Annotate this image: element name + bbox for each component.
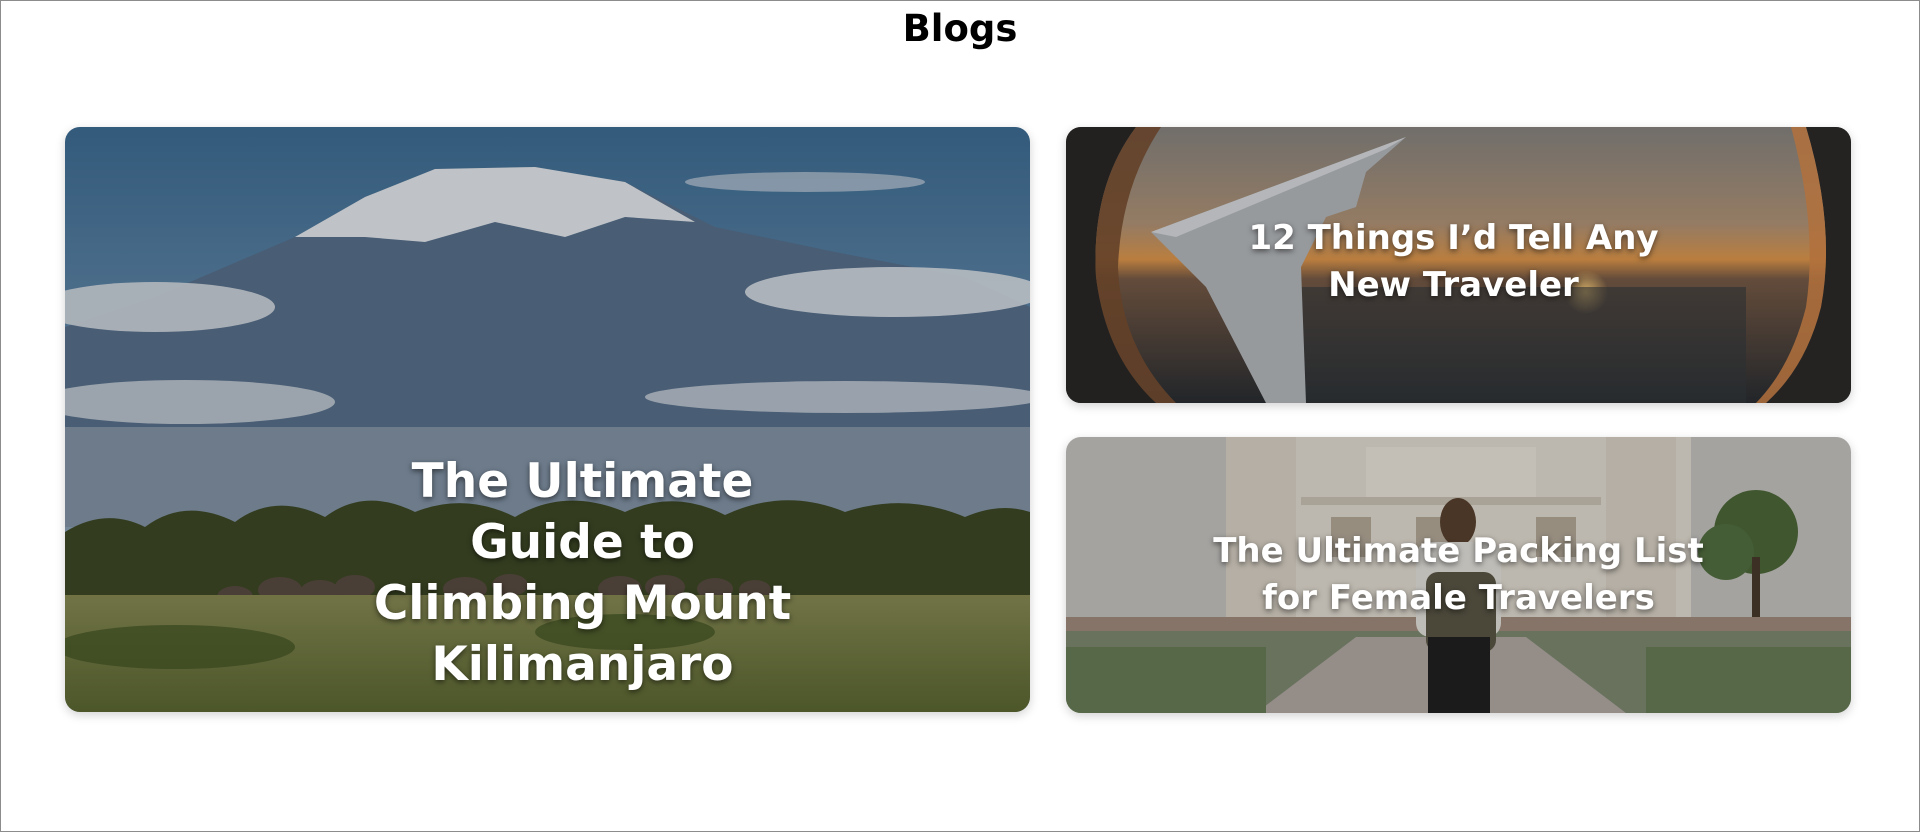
browser-frame: Blogs The Ultimate Guide to Climbing Mou… — [0, 0, 1920, 832]
page-title: Blogs — [902, 7, 1018, 50]
blog-card-title[interactable]: 12 Things I’d Tell Any New Traveler — [1066, 215, 1851, 309]
blog-card-kilimanjaro[interactable]: The Ultimate Guide to Climbing Mount Kil… — [65, 127, 1030, 712]
blog-card-title[interactable]: The Ultimate Guide to Climbing Mount Kil… — [65, 451, 1030, 695]
blog-card-packing-list[interactable]: The Ultimate Packing List for Female Tra… — [1066, 437, 1851, 713]
blog-card-new-traveler[interactable]: 12 Things I’d Tell Any New Traveler — [1066, 127, 1851, 403]
blog-card-title[interactable]: The Ultimate Packing List for Female Tra… — [1066, 528, 1851, 622]
